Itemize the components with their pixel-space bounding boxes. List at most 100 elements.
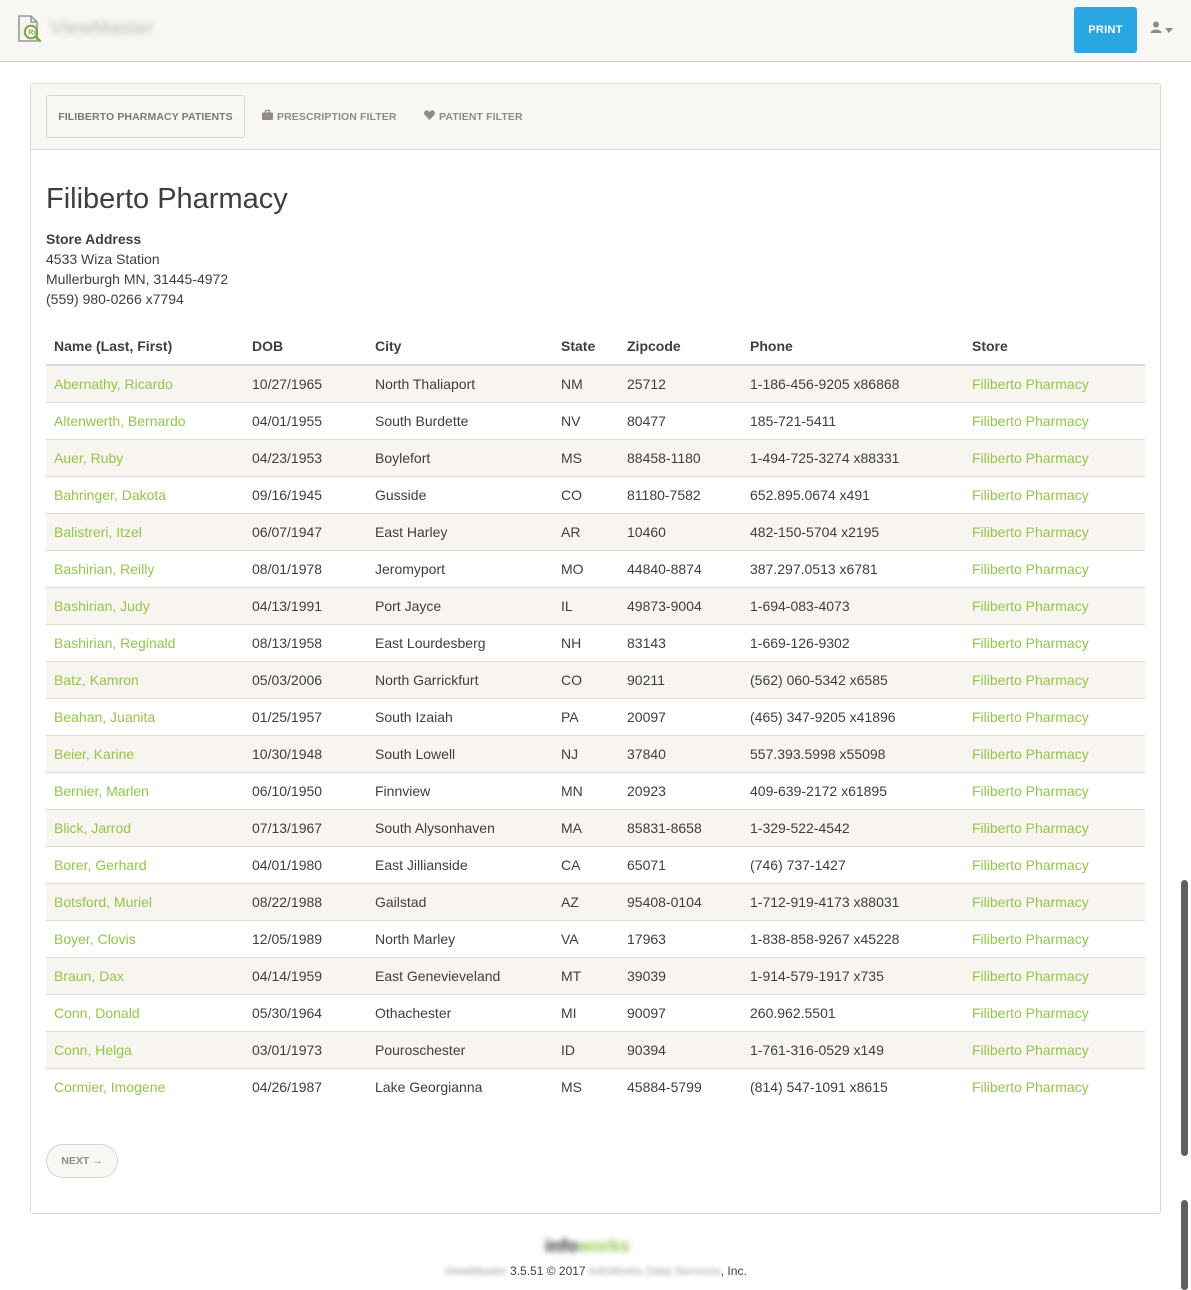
table-row: Abernathy, Ricardo 10/27/1965 North Thalia… [46, 365, 1145, 402]
store-link[interactable]: Filiberto Pharmacy [972, 746, 1089, 762]
cell-phone: 185-721-5411 [742, 401, 964, 439]
next-page-button[interactable]: NEXT → [46, 1144, 118, 1178]
table-cell: Cormier, Imogene [46, 1067, 244, 1105]
table-cell: Blick, Jarrod [46, 808, 244, 846]
cell-zipcode: 90211 [619, 660, 742, 698]
patient-name-link[interactable]: Auer, Ruby [54, 450, 123, 466]
table-row: Cormier, Imogene 04/26/1987 Lake Georgiann… [46, 1067, 1145, 1105]
table-cell: Filiberto Pharmacy [964, 586, 1145, 624]
store-link[interactable]: Filiberto Pharmacy [972, 561, 1089, 577]
user-icon [1150, 20, 1162, 38]
table-cell: Filiberto Pharmacy [964, 734, 1145, 772]
scrollbar-thumb[interactable] [1181, 880, 1188, 1156]
cell-phone: 1-494-725-3274 x88331 [742, 438, 964, 476]
header-dob[interactable]: DOB [244, 327, 367, 366]
patient-name-link[interactable]: Altenwerth, Bernardo [54, 413, 186, 429]
user-menu-dropdown[interactable] [1150, 20, 1173, 38]
header-phone[interactable]: Phone [742, 327, 964, 366]
cell-dob: 04/26/1987 [244, 1067, 367, 1105]
header-store[interactable]: Store [964, 327, 1145, 366]
footer-logo: infoworks [545, 1236, 630, 1257]
table-cell: Filiberto Pharmacy [964, 623, 1145, 661]
store-link[interactable]: Filiberto Pharmacy [972, 968, 1089, 984]
patient-name-link[interactable]: Balistreri, Itzel [54, 524, 142, 540]
store-link[interactable]: Filiberto Pharmacy [972, 524, 1089, 540]
address-phone: (559) 980-0266 x7794 [46, 291, 184, 307]
patient-name-link[interactable]: Conn, Donald [54, 1005, 140, 1021]
panel-tabs: FILIBERTO PHARMACY PATIENTS PRESCRIPTION… [31, 84, 1160, 150]
scrollbar-thumb-lower[interactable] [1181, 1200, 1188, 1290]
header-zipcode[interactable]: Zipcode [619, 327, 742, 366]
table-row: Blick, Jarrod 07/13/1967 South Alysonhaven… [46, 808, 1145, 846]
header-city[interactable]: City [367, 327, 553, 366]
store-link[interactable]: Filiberto Pharmacy [972, 450, 1089, 466]
table-cell: Filiberto Pharmacy [964, 808, 1145, 846]
store-link[interactable]: Filiberto Pharmacy [972, 709, 1089, 725]
store-link[interactable]: Filiberto Pharmacy [972, 672, 1089, 688]
table-row: Altenwerth, Bernardo 04/01/1955 South Burd… [46, 401, 1145, 439]
cell-state: AZ [553, 882, 619, 920]
store-link[interactable]: Filiberto Pharmacy [972, 1079, 1089, 1095]
brand[interactable]: Rx ViewMaster [14, 14, 154, 44]
store-link[interactable]: Filiberto Pharmacy [972, 783, 1089, 799]
cell-phone: 1-186-456-9205 x86868 [742, 365, 964, 402]
store-link[interactable]: Filiberto Pharmacy [972, 487, 1089, 503]
store-link[interactable]: Filiberto Pharmacy [972, 413, 1089, 429]
store-link[interactable]: Filiberto Pharmacy [972, 820, 1089, 836]
patient-name-link[interactable]: Braun, Dax [54, 968, 124, 984]
patient-name-link[interactable]: Conn, Helga [54, 1042, 132, 1058]
table-cell: Bahringer, Dakota [46, 475, 244, 513]
cell-phone: 1-761-316-0529 x149 [742, 1030, 964, 1068]
patient-name-link[interactable]: Bashirian, Reilly [54, 561, 154, 577]
patient-name-link[interactable]: Beier, Karine [54, 746, 134, 762]
cell-zipcode: 81180-7582 [619, 475, 742, 513]
cell-state: PA [553, 697, 619, 735]
store-link[interactable]: Filiberto Pharmacy [972, 1005, 1089, 1021]
store-link[interactable]: Filiberto Pharmacy [972, 931, 1089, 947]
tab-patient-filter[interactable]: PATIENT FILTER [424, 95, 523, 138]
patient-name-link[interactable]: Bashirian, Reginald [54, 635, 175, 651]
patient-name-link[interactable]: Borer, Gerhard [54, 857, 147, 873]
store-link[interactable]: Filiberto Pharmacy [972, 894, 1089, 910]
patient-name-link[interactable]: Blick, Jarrod [54, 820, 131, 836]
print-button[interactable]: PRINT [1074, 7, 1137, 53]
cell-phone: 387.297.0513 x6781 [742, 549, 964, 587]
table-row: Bashirian, Reilly 08/01/1978 Jeromyport MO 4… [46, 549, 1145, 587]
cell-city: East Harley [367, 512, 553, 550]
header-state[interactable]: State [553, 327, 619, 366]
cell-dob: 06/10/1950 [244, 771, 367, 809]
cell-zipcode: 25712 [619, 365, 742, 402]
footer-logo-part1: info [545, 1236, 578, 1256]
footer-version: 3.5.51 © 2017 [510, 1264, 586, 1278]
table-cell: Filiberto Pharmacy [964, 993, 1145, 1031]
patient-name-link[interactable]: Bashirian, Judy [54, 598, 150, 614]
store-link[interactable]: Filiberto Pharmacy [972, 598, 1089, 614]
patient-name-link[interactable]: Beahan, Juanita [54, 709, 155, 725]
store-link[interactable]: Filiberto Pharmacy [972, 1042, 1089, 1058]
patient-name-link[interactable]: Boyer, Clovis [54, 931, 136, 947]
cell-dob: 10/30/1948 [244, 734, 367, 772]
table-row: Beahan, Juanita 01/25/1957 South Izaiah PA 2… [46, 697, 1145, 735]
store-link[interactable]: Filiberto Pharmacy [972, 857, 1089, 873]
patient-name-link[interactable]: Abernathy, Ricardo [54, 376, 173, 392]
cell-zipcode: 44840-8874 [619, 549, 742, 587]
store-link[interactable]: Filiberto Pharmacy [972, 376, 1089, 392]
table-cell: Filiberto Pharmacy [964, 512, 1145, 550]
cell-phone: 260.962.5501 [742, 993, 964, 1031]
table-row: Bahringer, Dakota 09/16/1945 Gusside CO 8118… [46, 475, 1145, 513]
patient-name-link[interactable]: Batz, Kamron [54, 672, 139, 688]
patient-name-link[interactable]: Cormier, Imogene [54, 1079, 165, 1095]
patient-name-link[interactable]: Bahringer, Dakota [54, 487, 166, 503]
cell-phone: 1-329-522-4542 [742, 808, 964, 846]
tab-pharmacy-patients[interactable]: FILIBERTO PHARMACY PATIENTS [46, 95, 245, 138]
rx-document-logo-icon: Rx [14, 14, 44, 44]
tab-label: PRESCRIPTION FILTER [277, 110, 397, 123]
tab-prescription-filter[interactable]: PRESCRIPTION FILTER [262, 95, 397, 138]
footer-app-name: ViewMaster [444, 1264, 507, 1278]
store-link[interactable]: Filiberto Pharmacy [972, 635, 1089, 651]
cell-phone: 652.895.0674 x491 [742, 475, 964, 513]
patient-name-link[interactable]: Bernier, Marlen [54, 783, 149, 799]
patient-name-link[interactable]: Botsford, Muriel [54, 894, 152, 910]
table-cell: Boyer, Clovis [46, 919, 244, 957]
header-name[interactable]: Name (Last, First) [46, 327, 244, 366]
